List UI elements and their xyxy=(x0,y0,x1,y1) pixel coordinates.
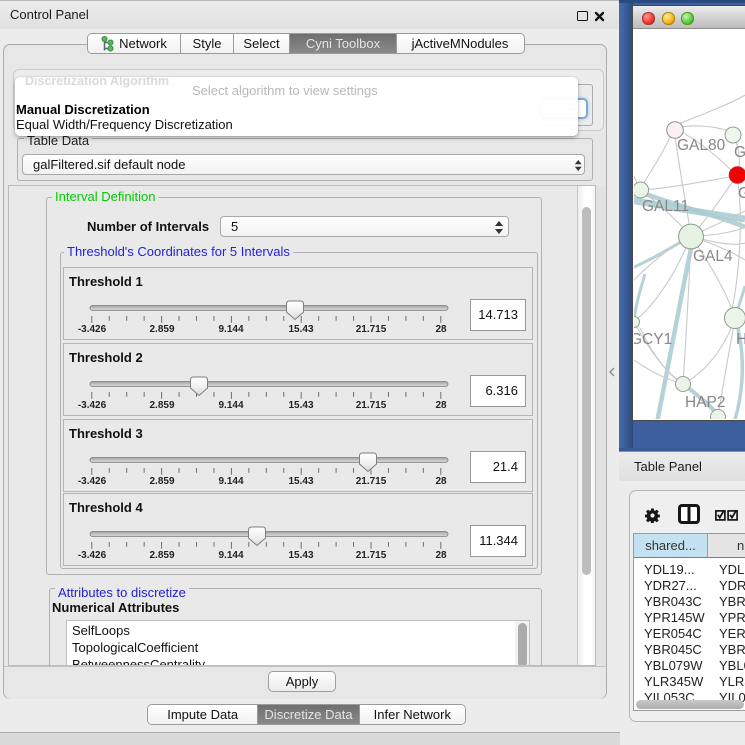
svg-text:GAL11: GAL11 xyxy=(642,198,689,215)
svg-text:GCY1: GCY1 xyxy=(634,331,672,348)
svg-text:HAP2: HAP2 xyxy=(685,394,726,411)
svg-text:G: G xyxy=(734,144,745,161)
svg-text:H: H xyxy=(736,331,745,348)
svg-text:GAL4: GAL4 xyxy=(693,248,733,265)
svg-text:G: G xyxy=(738,185,745,202)
svg-text:GAL80: GAL80 xyxy=(677,137,726,154)
